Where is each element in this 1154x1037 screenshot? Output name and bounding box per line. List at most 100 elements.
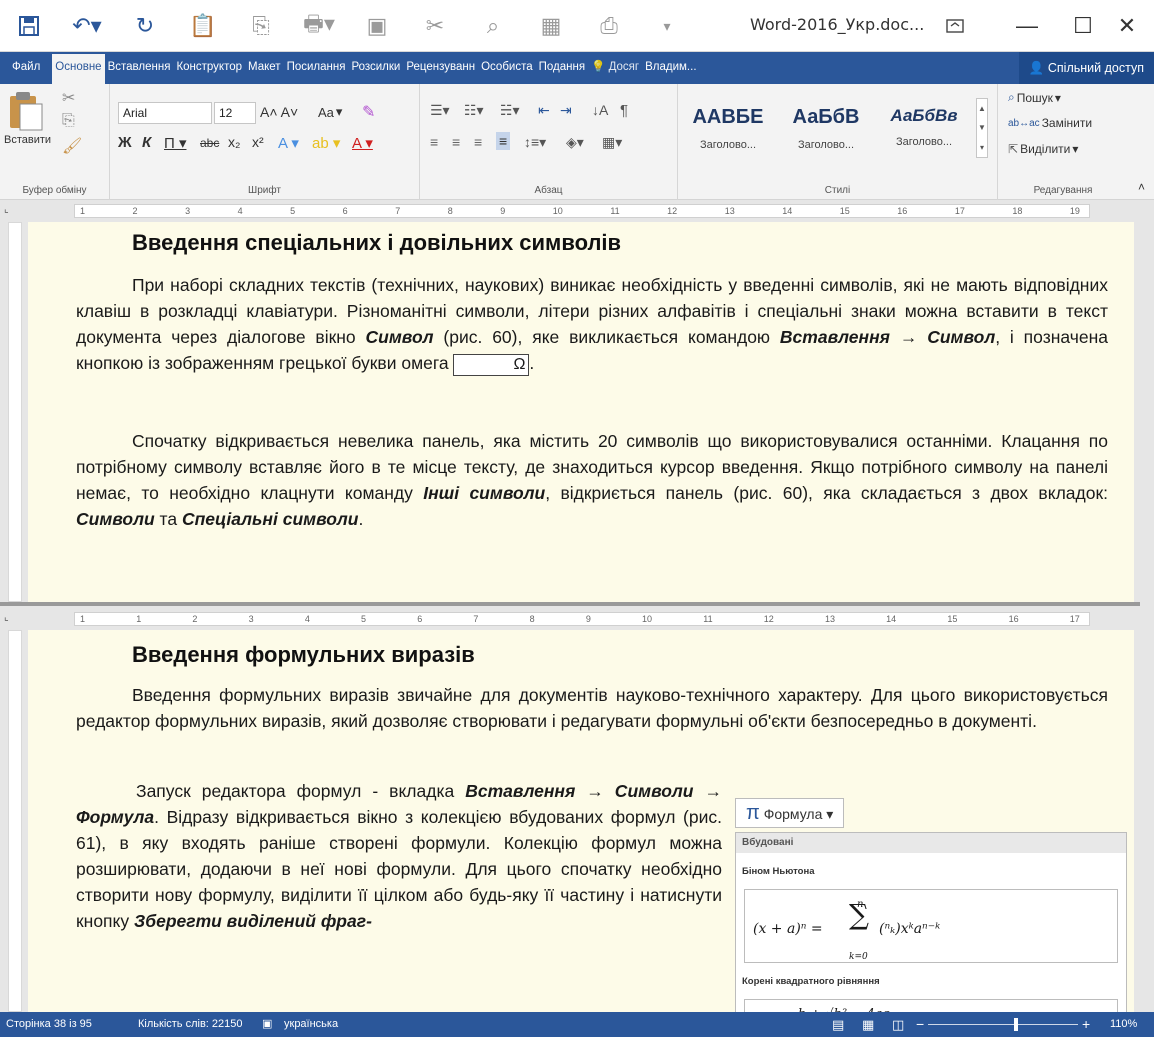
tab-selector-icon[interactable]: ⌞ xyxy=(4,612,18,626)
minimize-button[interactable]: — xyxy=(1000,0,1054,52)
tab-layout[interactable]: Макет xyxy=(245,54,284,82)
change-case-button[interactable]: Aa ▾ xyxy=(318,104,342,120)
share-button[interactable]: 👤 Спільний доступ xyxy=(1018,52,1154,84)
copy-button[interactable]: ⎘ xyxy=(62,112,75,130)
ruler-tick-label: 2 xyxy=(132,206,138,216)
tab-file[interactable]: Файл xyxy=(0,54,52,82)
document-page-2[interactable]: Введення формульних виразів Введення фор… xyxy=(28,630,1134,1012)
tab-references[interactable]: Посилання xyxy=(284,54,349,82)
align-left-button[interactable]: ≡ xyxy=(430,134,438,150)
numbering-button[interactable]: ☷▾ xyxy=(464,102,484,119)
print-preview-icon[interactable]: ⌕ xyxy=(464,0,522,52)
bold-button[interactable]: Ж xyxy=(118,134,132,151)
undo-icon[interactable]: ↶▾ xyxy=(58,0,116,52)
style-heading-2[interactable]: АаБбВ Заголово... xyxy=(778,98,874,158)
lightbulb-icon: 💡 xyxy=(591,61,606,73)
more-styles-icon[interactable]: ▾ xyxy=(980,143,984,152)
select-label: Виділити xyxy=(1020,142,1071,156)
cut-icon[interactable]: ✂ xyxy=(406,0,464,52)
underline-button[interactable]: П ▾ xyxy=(164,134,186,152)
tab-selector-icon[interactable]: ⌞ xyxy=(4,204,18,218)
read-mode-icon[interactable]: ▤ xyxy=(832,1012,844,1037)
language-indicator[interactable]: українська xyxy=(284,1012,338,1037)
cut-button[interactable]: ✂ xyxy=(62,88,75,108)
font-group: Arial 12 A˄ A˅ Aa ▾ ✎ Ж К П ▾ abc x₂ x² A… xyxy=(110,84,420,200)
align-center-button[interactable]: ≡ xyxy=(452,134,460,150)
superscript-button[interactable]: x² xyxy=(252,134,264,150)
style-heading-1[interactable]: АABБЕ Заголово... xyxy=(680,98,776,158)
vertical-ruler-page2[interactable] xyxy=(0,630,28,1012)
style-heading-1-name: Заголово... xyxy=(699,139,757,151)
zoom-level[interactable]: 110% xyxy=(1110,1012,1137,1037)
table-icon[interactable]: ▦ xyxy=(522,0,580,52)
web-layout-icon[interactable]: ◫ xyxy=(892,1012,904,1037)
horizontal-ruler-top[interactable]: ⌞ 1 2 3 4 5 6 7 8 9 10 11 12 13 14 15 16 17 18 19 xyxy=(0,200,1140,222)
increase-indent-button[interactable]: ⇥ xyxy=(560,102,572,119)
strikethrough-button[interactable]: abc xyxy=(200,136,219,150)
tell-me-search[interactable]: 💡 Досяг xyxy=(588,54,642,82)
grow-font-button[interactable]: A˄ A˅ xyxy=(260,104,298,120)
document-page-1[interactable]: Введення спеціальних і довільних символі… xyxy=(28,222,1134,602)
redo-icon[interactable]: ↻ xyxy=(116,0,174,52)
text-effects-button[interactable]: A ▾ xyxy=(278,134,299,152)
zoom-slider-track[interactable] xyxy=(928,1024,1078,1025)
highlight-button[interactable]: ab ▾ xyxy=(312,134,340,152)
multilevel-list-button[interactable]: ☵▾ xyxy=(500,102,520,119)
page-counter[interactable]: Сторінка 38 із 95 xyxy=(6,1012,92,1037)
horizontal-ruler-page2[interactable]: ⌞ 1 1 2 3 4 5 6 7 8 9 10 11 12 13 14 15 16 17 xyxy=(0,608,1140,630)
word-count[interactable]: Кількість слів: 22150 xyxy=(138,1012,243,1037)
shading-button[interactable]: ◈▾ xyxy=(566,134,584,151)
align-right-button[interactable]: ≡ xyxy=(474,134,482,150)
justify-button[interactable]: ≡ xyxy=(496,132,511,150)
decrease-indent-button[interactable]: ⇤ xyxy=(538,102,550,119)
account-name[interactable]: Владим... xyxy=(642,54,699,82)
vertical-ruler-page1[interactable] xyxy=(0,222,28,602)
borders-button[interactable]: ▦▾ xyxy=(602,134,622,151)
line-spacing-button[interactable]: ↕≡▾ xyxy=(524,134,546,151)
save-as-icon[interactable]: ▣ xyxy=(348,0,406,52)
zoom-out-button[interactable]: − xyxy=(916,1012,924,1037)
replace-button[interactable]: ab↔ac Замінити xyxy=(1008,116,1092,130)
find-button[interactable]: ⌕ Пошук ▾ xyxy=(1008,90,1061,105)
bullets-button[interactable]: ☰▾ xyxy=(430,102,450,119)
font-size-box[interactable]: 12 xyxy=(214,102,256,124)
italic-button[interactable]: К xyxy=(142,134,151,151)
chevron-up-icon[interactable]: ▲ xyxy=(978,104,986,113)
tab-personal[interactable]: Особиста xyxy=(478,54,536,82)
ruler-tick-label: 17 xyxy=(954,206,965,216)
ruler-tick-label: 1 xyxy=(136,614,142,624)
tab-mailings[interactable]: Розсилки xyxy=(348,54,403,82)
show-marks-button[interactable]: ¶ xyxy=(620,102,628,119)
styles-gallery-scroll[interactable]: ▲ ▼ ▾ xyxy=(976,98,988,158)
ribbon-options-icon[interactable] xyxy=(928,0,982,52)
save-icon[interactable] xyxy=(0,0,58,52)
style-heading-3[interactable]: АаБбВв Заголово... xyxy=(876,98,972,158)
select-button[interactable]: ⇱ Виділити ▾ xyxy=(1008,142,1078,156)
print-layout-icon[interactable]: ▦ xyxy=(862,1012,874,1037)
zoom-in-button[interactable]: + xyxy=(1082,1012,1090,1037)
paste-special-icon[interactable]: 📋 xyxy=(174,0,232,52)
tab-home[interactable]: Основне xyxy=(52,54,105,84)
ruler-tick-label: 5 xyxy=(290,206,296,216)
chevron-down-icon[interactable]: ▼ xyxy=(978,123,986,132)
tab-review[interactable]: Рецензуванн xyxy=(403,54,478,82)
vertical-scrollbar[interactable] xyxy=(1140,200,1154,1012)
tab-insert[interactable]: Вставлення xyxy=(105,54,174,82)
quick-print-icon[interactable]: 🖶▾ xyxy=(290,0,348,52)
printer-icon[interactable]: ⎙ xyxy=(580,0,638,52)
format-painter-icon[interactable]: ⎘ xyxy=(232,0,290,52)
zoom-slider-thumb[interactable] xyxy=(1014,1018,1018,1031)
tab-view[interactable]: Подання xyxy=(536,54,588,82)
clear-formatting-icon[interactable]: ✎ xyxy=(362,102,375,122)
format-painter-button[interactable]: 🖌 xyxy=(62,136,82,156)
font-name-box[interactable]: Arial xyxy=(118,102,212,124)
close-button[interactable]: ✕ xyxy=(1100,0,1154,52)
proofing-icon[interactable]: ▣ xyxy=(262,1012,272,1037)
tab-design[interactable]: Конструктор xyxy=(173,54,245,82)
collapse-ribbon-icon[interactable]: ˄ xyxy=(1138,180,1145,194)
customize-qat-icon[interactable]: ▾ xyxy=(638,0,696,52)
paste-button[interactable]: Вставити xyxy=(4,90,51,146)
subscript-button[interactable]: x₂ xyxy=(228,134,240,150)
font-color-button[interactable]: A ▾ xyxy=(352,134,373,152)
sort-button[interactable]: ↓A xyxy=(592,102,608,118)
